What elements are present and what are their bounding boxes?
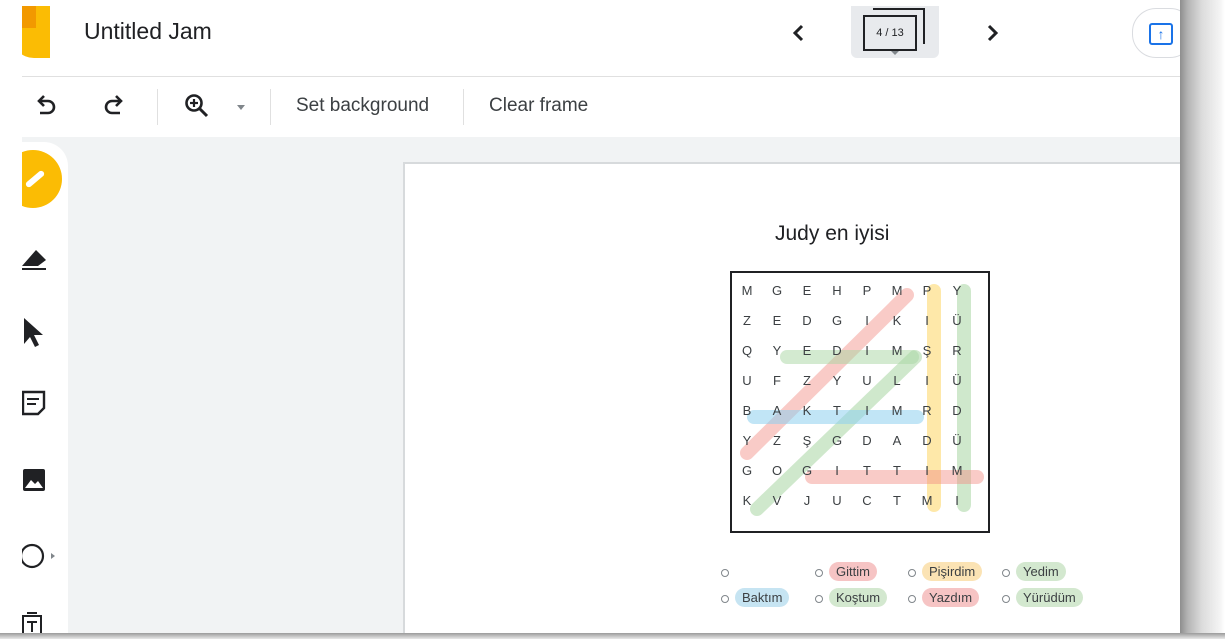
upload-icon: ↑ xyxy=(1149,23,1173,45)
text-box-tool[interactable] xyxy=(22,604,62,633)
word-list-item[interactable]: Pişirdim xyxy=(908,562,983,581)
clear-frame-button[interactable]: Clear frame xyxy=(489,95,588,117)
select-tool[interactable] xyxy=(22,310,62,350)
next-frame-button[interactable] xyxy=(977,18,1007,48)
eraser-icon xyxy=(22,250,46,270)
sticky-note-icon xyxy=(22,390,46,416)
frame-counter-label: 4 / 13 xyxy=(863,15,917,51)
eraser-tool[interactable] xyxy=(22,236,62,276)
word-list-item[interactable] xyxy=(721,564,749,579)
word-list: Gittim Pişirdim Yedim Baktım Koştum Yazdım Yür… xyxy=(405,164,1180,633)
word-label: Yürüdüm xyxy=(1016,588,1083,607)
pen-icon xyxy=(22,150,62,208)
zoom-button[interactable] xyxy=(182,91,212,121)
undo-button[interactable] xyxy=(30,91,60,121)
bullet-icon xyxy=(908,594,916,603)
word-list-item[interactable]: Yürüdüm xyxy=(1002,588,1083,607)
pen-tool[interactable] xyxy=(22,142,62,208)
word-list-item[interactable]: Yazdım xyxy=(908,588,980,607)
jam-frame-canvas[interactable]: Judy en iyisi MGEHPMPYZEDGIKIÜQYEDIMŞRUF… xyxy=(403,162,1180,633)
word-list-item[interactable]: Yedim xyxy=(1002,562,1066,581)
sticky-note-tool[interactable] xyxy=(22,384,62,424)
toolbar-divider xyxy=(270,89,271,125)
word-label: Pişirdim xyxy=(922,562,983,581)
tool-sidebar xyxy=(22,142,68,633)
redo-button[interactable] xyxy=(100,91,130,121)
image-icon xyxy=(23,469,45,491)
chevron-left-icon xyxy=(792,24,804,42)
previous-frame-button[interactable] xyxy=(784,18,814,48)
zoom-in-icon xyxy=(185,94,209,118)
jamboard-app: Untitled Jam 4 / 13 ↑ Set background Cle… xyxy=(22,6,1180,633)
set-background-button[interactable]: Set background xyxy=(296,95,429,117)
toolbar-divider xyxy=(463,89,464,125)
window-shadow-bottom xyxy=(0,633,1225,639)
toolbar: Set background Clear frame xyxy=(22,77,1180,137)
bullet-icon xyxy=(815,568,823,577)
word-list-item[interactable]: Koştum xyxy=(815,588,888,607)
word-label: Yedim xyxy=(1016,562,1066,581)
top-bar: Untitled Jam 4 / 13 ↑ xyxy=(22,6,1180,77)
bullet-icon xyxy=(1002,568,1010,577)
word-label: Baktım xyxy=(735,588,790,607)
word-label: Yazdım xyxy=(922,588,980,607)
bullet-icon xyxy=(908,568,916,577)
jam-title[interactable]: Untitled Jam xyxy=(84,18,212,45)
shape-circle-icon xyxy=(22,543,55,569)
image-tool[interactable] xyxy=(22,460,62,500)
zoom-dropdown-caret-icon[interactable] xyxy=(237,105,245,110)
share-button[interactable]: ↑ xyxy=(1132,8,1180,58)
shape-tool[interactable] xyxy=(22,536,62,576)
jamboard-logo xyxy=(22,6,50,58)
window-shadow-right xyxy=(1180,0,1225,639)
word-label xyxy=(735,562,749,581)
word-list-item[interactable]: Gittim xyxy=(815,562,877,581)
caret-down-icon xyxy=(891,51,899,55)
toolbar-divider xyxy=(157,89,158,125)
bullet-icon xyxy=(721,594,729,603)
bullet-icon xyxy=(721,568,729,577)
redo-icon xyxy=(104,95,123,115)
select-pointer-icon xyxy=(24,318,43,347)
word-label: Gittim xyxy=(829,562,877,581)
frame-bar-toggle[interactable]: 4 / 13 xyxy=(851,6,939,58)
text-box-icon xyxy=(22,612,42,633)
word-list-item[interactable]: Baktım xyxy=(721,588,790,607)
undo-icon xyxy=(37,95,56,115)
bullet-icon xyxy=(815,594,823,603)
chevron-right-icon xyxy=(987,24,999,42)
bullet-icon xyxy=(1002,594,1010,603)
word-label: Koştum xyxy=(829,588,888,607)
